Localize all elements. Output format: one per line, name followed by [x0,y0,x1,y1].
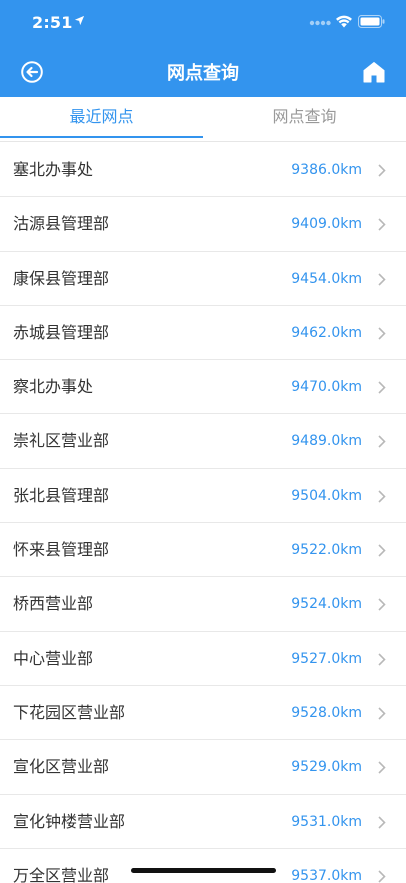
chevron-right-icon [378,381,386,394]
branch-name: 万全区营业部 [13,865,110,883]
chevron-right-icon [378,761,386,774]
branch-distance: 9527.0km [291,650,362,667]
branch-distance: 9528.0km [291,704,362,721]
cellular-signal-icon [309,20,331,26]
nav-bar: 网点查询 [0,44,406,97]
branch-row[interactable]: 中心营业部 9527.0km [0,631,406,686]
branch-row[interactable]: 怀来县管理部 9522.0km [0,523,406,578]
battery-icon [358,15,385,28]
branch-name: 中心营业部 [13,648,94,668]
header: 2:51 网点查询 [0,0,406,97]
branch-distance: 9529.0km [291,759,362,776]
branch-name: 康保县管理部 [13,268,110,288]
page-title: 网点查询 [167,63,239,84]
branch-name: 张北县管理部 [13,485,110,505]
chevron-right-icon [378,327,386,340]
branch-distance: 9386.0km [291,162,362,178]
branch-name: 赤城县管理部 [13,322,110,342]
branch-row[interactable]: 张北县管理部 9504.0km [0,468,406,524]
tab-bar: 最近网点 网点查询 [0,97,406,142]
branch-name: 下花园区营业部 [13,702,126,722]
chevron-right-icon [378,164,386,177]
app-screen: 2:51 网点查询 最近网点 网点查询 塞北办事处 9386.0km 沽源县管理… [0,0,406,883]
branch-distance: 9531.0km [291,813,362,830]
chevron-right-icon [378,598,386,611]
branch-distance: 9409.0km [291,216,362,233]
chevron-right-icon [378,435,386,449]
home-indicator[interactable] [131,868,276,873]
branch-row[interactable]: 宣化钟楼营业部 9531.0km [0,794,406,849]
branch-row[interactable]: 崇礼区营业部 9489.0km [0,414,406,469]
chevron-right-icon [378,707,386,720]
branch-row[interactable]: 宣化区营业部 9529.0km [0,740,406,795]
branch-row[interactable]: 桥西营业部 9524.0km [0,577,406,632]
branch-row[interactable]: 下花园区营业部 9528.0km [0,685,406,741]
branch-distance: 9504.0km [291,487,362,504]
branch-row[interactable]: 察北办事处 9470.0km [0,360,406,415]
branch-distance: 9522.0km [291,542,362,559]
chevron-right-icon [378,653,386,666]
branch-name: 察北办事处 [13,377,94,397]
branch-row[interactable]: 赤城县管理部 9462.0km [0,305,406,361]
branch-row[interactable]: 康保县管理部 9454.0km [0,251,406,306]
branch-distance: 9537.0km [291,867,362,883]
branch-row[interactable]: 万全区营业部 9537.0km [0,848,406,883]
branch-name: 怀来县管理部 [13,540,110,560]
active-tab-indicator [0,136,203,138]
branch-row[interactable]: 塞北办事处 9386.0km [0,143,406,198]
chevron-right-icon [378,490,386,503]
chevron-right-icon [378,815,386,829]
chevron-right-icon [378,544,386,557]
branch-name: 塞北办事处 [13,160,94,179]
home-icon[interactable] [362,60,386,84]
branch-name: 沽源县管理部 [13,214,110,234]
status-time: 2:51 [32,13,73,32]
branch-row[interactable]: 沽源县管理部 9409.0km [0,197,406,252]
wifi-icon [336,15,352,28]
location-arrow-icon [74,15,85,26]
tab-branch-search[interactable]: 网点查询 [203,97,406,142]
status-bar: 2:51 [0,0,406,44]
branch-list: 塞北办事处 9386.0km 沽源县管理部 9409.0km 康保县管理部 94… [0,143,406,883]
branch-distance: 9470.0km [291,379,362,396]
chevron-right-icon [378,870,386,883]
branch-name: 桥西营业部 [13,594,94,614]
branch-name: 宣化区营业部 [13,757,110,777]
chevron-right-icon [378,218,386,231]
branch-distance: 9489.0km [291,433,362,450]
chevron-right-icon [378,273,386,286]
branch-name: 崇礼区营业部 [13,431,110,451]
branch-distance: 9462.0km [291,324,362,341]
branch-distance: 9524.0km [291,596,362,613]
branch-distance: 9454.0km [291,270,362,287]
branch-name: 宣化钟楼营业部 [13,811,126,831]
